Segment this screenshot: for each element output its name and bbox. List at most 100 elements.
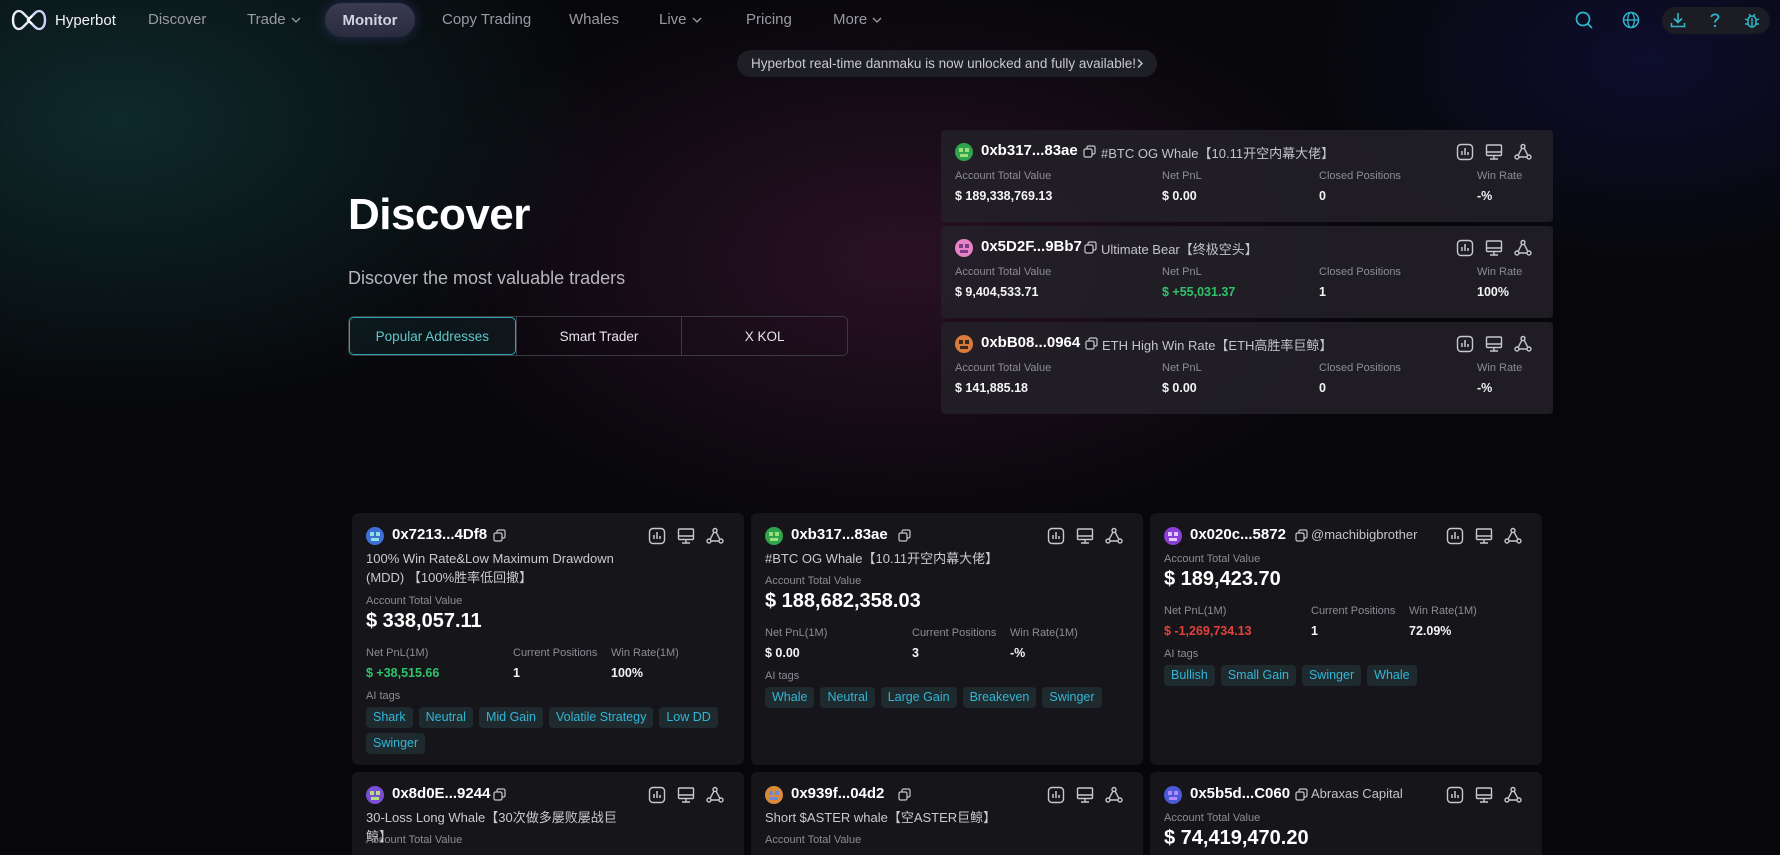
trader-card[interactable]: 0x939f...04d2 Short $ASTER whale【空ASTER巨鲸… — [751, 772, 1143, 855]
positions-label: Current Positions — [912, 627, 997, 639]
ai-tag[interactable]: Swinger — [1042, 687, 1102, 708]
share-icon[interactable] — [1513, 334, 1533, 354]
copy-icon[interactable] — [1295, 788, 1308, 801]
trader-address[interactable]: 0x939f...04d2 — [791, 785, 884, 802]
nav-trade[interactable]: Trade — [247, 11, 301, 28]
ai-tag[interactable]: Breakeven — [962, 687, 1037, 708]
copy-icon[interactable] — [493, 529, 506, 542]
monitor-icon[interactable] — [1075, 526, 1095, 546]
copy-icon[interactable] — [1084, 241, 1097, 254]
avatar — [366, 786, 384, 804]
copy-icon[interactable] — [493, 788, 506, 801]
share-icon[interactable] — [1503, 526, 1523, 546]
monitor-icon[interactable] — [1474, 785, 1494, 805]
nav-discover-label: Discover — [148, 11, 207, 28]
trader-card[interactable]: 0x5b5d...C060 Abraxas Capital Account Tota… — [1150, 772, 1542, 855]
stat-value: 0 — [1319, 189, 1326, 203]
copy-icon[interactable] — [1295, 529, 1308, 542]
ai-tag[interactable]: Neutral — [418, 707, 473, 728]
trader-card[interactable]: 0xb317...83ae #BTC OG Whale【10.11开空内幕大佬】 A… — [751, 513, 1143, 765]
nav-pricing[interactable]: Pricing — [746, 11, 792, 28]
featured-trader-card[interactable]: 0xbB08...0964 ETH High Win Rate【ETH高胜率巨鲸】… — [941, 322, 1553, 414]
stats-chart-icon[interactable] — [1445, 785, 1465, 805]
bug-icon[interactable] — [1742, 10, 1762, 30]
trader-address[interactable]: 0xbB08...0964 — [981, 334, 1080, 351]
share-icon[interactable] — [1513, 142, 1533, 162]
stats-chart-icon[interactable] — [647, 785, 667, 805]
ai-tag[interactable]: Shark — [366, 707, 413, 728]
brand-logo[interactable]: Hyperbot — [9, 5, 116, 35]
stats-chart-icon[interactable] — [1046, 785, 1066, 805]
ai-tag[interactable]: Whale — [765, 687, 815, 708]
nav-discover[interactable]: Discover — [148, 11, 206, 28]
monitor-icon[interactable] — [1484, 238, 1504, 258]
globe-icon[interactable] — [1621, 10, 1641, 30]
copy-icon[interactable] — [1085, 337, 1098, 350]
trader-card[interactable]: 0x020c...5872 @machibigbrother Account Tot… — [1150, 513, 1542, 765]
monitor-icon[interactable] — [1474, 526, 1494, 546]
stats-chart-icon[interactable] — [1445, 526, 1465, 546]
ai-tag[interactable]: Small Gain — [1220, 665, 1296, 686]
stats-chart-icon[interactable] — [1455, 142, 1475, 162]
stat-value: 100% — [1477, 285, 1509, 299]
nav-monitor[interactable]: Monitor — [325, 3, 415, 37]
copy-icon[interactable] — [898, 788, 911, 801]
nav-whales[interactable]: Whales — [569, 11, 619, 28]
stats-chart-icon[interactable] — [1455, 334, 1475, 354]
trader-address[interactable]: 0xb317...83ae — [791, 526, 888, 543]
ai-tag[interactable]: Volatile Strategy — [548, 707, 654, 728]
nav-more[interactable]: More — [833, 11, 882, 28]
stats-chart-icon[interactable] — [1455, 238, 1475, 258]
ai-tag[interactable]: Swinger — [1301, 665, 1362, 686]
download-icon[interactable] — [1668, 10, 1688, 30]
share-icon[interactable] — [1513, 238, 1533, 258]
nav-live[interactable]: Live — [659, 11, 702, 28]
featured-trader-card[interactable]: 0x5D2F...9Bb7 Ultimate Bear【终极空头】 Account … — [941, 226, 1553, 318]
ai-tag[interactable]: Low DD — [659, 707, 718, 728]
copy-icon[interactable] — [898, 529, 911, 542]
monitor-icon[interactable] — [1075, 785, 1095, 805]
monitor-icon[interactable] — [676, 526, 696, 546]
copy-icon[interactable] — [1083, 145, 1096, 158]
nav-copy-trading-label: Copy Trading — [442, 11, 532, 28]
trader-address[interactable]: 0x7213...4Df8 — [392, 526, 487, 543]
nav-copy-trading[interactable]: Copy Trading — [442, 11, 531, 28]
ai-tag[interactable]: Bullish — [1164, 665, 1215, 686]
stats-chart-icon[interactable] — [647, 526, 667, 546]
monitor-icon[interactable] — [1484, 142, 1504, 162]
trader-card[interactable]: 0x7213...4Df8 100% Win Rate&Low Maximum D… — [352, 513, 744, 765]
total-value-label: Account Total Value — [765, 575, 862, 587]
total-value-label: Account Total Value — [765, 834, 862, 846]
ai-tag[interactable]: Neutral — [820, 687, 875, 708]
search-icon[interactable] — [1574, 10, 1594, 30]
trader-address[interactable]: 0x5D2F...9Bb7 — [981, 238, 1082, 255]
featured-trader-card[interactable]: 0xb317...83ae #BTC OG Whale【10.11开空内幕大佬】 A… — [941, 130, 1553, 222]
monitor-icon[interactable] — [1484, 334, 1504, 354]
ai-tag[interactable]: Mid Gain — [478, 707, 543, 728]
ai-tag[interactable]: Swinger — [366, 733, 426, 754]
trader-address[interactable]: 0xb317...83ae — [981, 142, 1078, 159]
winrate-value: 72.09% — [1409, 624, 1452, 638]
monitor-icon[interactable] — [676, 785, 696, 805]
trader-address[interactable]: 0x5b5d...C060 — [1190, 785, 1290, 802]
ai-tag[interactable]: Whale — [1367, 665, 1417, 686]
stats-chart-icon[interactable] — [1046, 526, 1066, 546]
trader-address[interactable]: 0x8d0E...9244 — [392, 785, 490, 802]
trader-card[interactable]: 0x8d0E...9244 30-Loss Long Whale【30次做多屡败屡… — [352, 772, 744, 855]
stat-label: Net PnL — [1162, 170, 1202, 182]
share-icon[interactable] — [1104, 785, 1124, 805]
help-icon[interactable] — [1705, 10, 1725, 30]
trader-address[interactable]: 0x020c...5872 — [1190, 526, 1286, 543]
share-icon[interactable] — [1503, 785, 1523, 805]
share-icon[interactable] — [1104, 526, 1124, 546]
share-icon[interactable] — [705, 526, 725, 546]
share-icon[interactable] — [705, 785, 725, 805]
avatar — [765, 527, 783, 545]
tab-smart-trader[interactable]: Smart Trader — [515, 317, 682, 355]
tab-x-kol[interactable]: X KOL — [681, 317, 847, 355]
winrate-label: Win Rate(1M) — [1010, 627, 1078, 639]
tab-popular-addresses[interactable]: Popular Addresses — [349, 317, 516, 355]
stat-label: Closed Positions — [1319, 266, 1401, 278]
announcement-banner[interactable]: Hyperbot real-time danmaku is now unlock… — [737, 50, 1157, 77]
ai-tag[interactable]: Large Gain — [880, 687, 957, 708]
